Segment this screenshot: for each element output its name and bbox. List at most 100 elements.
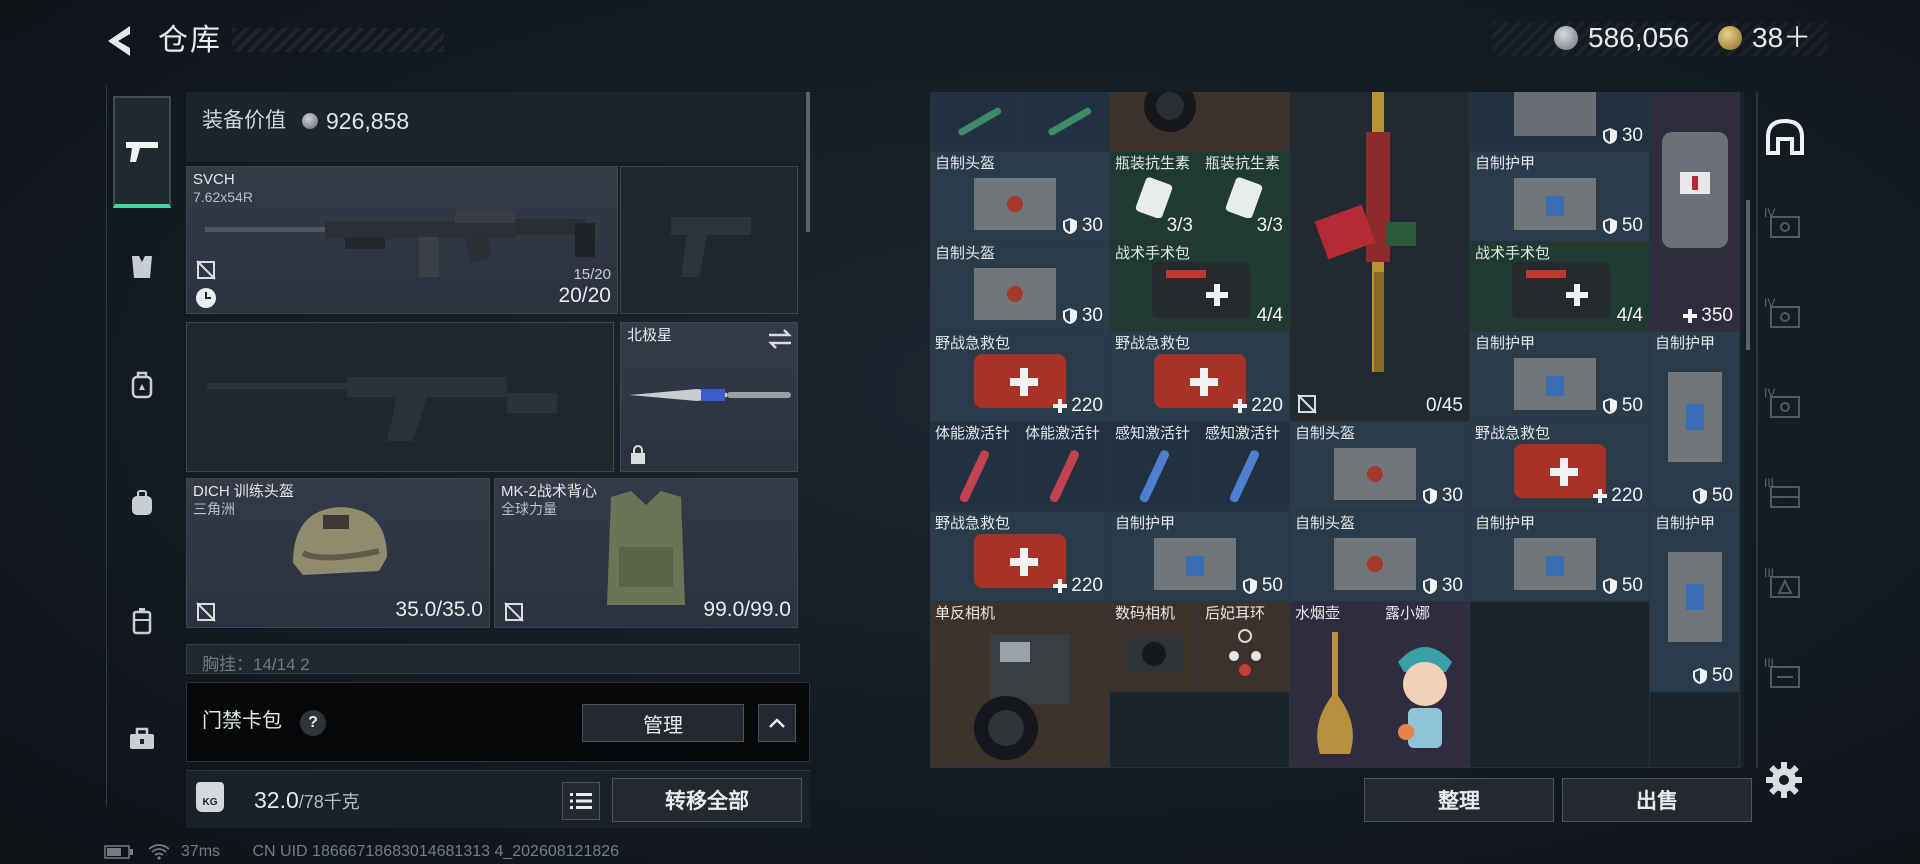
back-button[interactable] <box>100 20 142 62</box>
plus-icon <box>1233 399 1248 413</box>
tab-storage-level-3[interactable]: III <box>1760 562 1810 612</box>
manage-button[interactable]: 管理 <box>582 704 744 742</box>
page-title: 仓库 <box>158 24 222 57</box>
rucksack-icon <box>132 490 152 515</box>
empty-cell[interactable] <box>1470 602 1650 768</box>
dslr-camera-image <box>974 634 1070 760</box>
tab-backpacks[interactable] <box>113 474 171 532</box>
item-surgery-kit[interactable]: 战术手术包 4/4 <box>1470 242 1650 332</box>
melee-slot[interactable]: 北极星 <box>620 322 798 472</box>
item-armor[interactable]: 自制护甲 50 <box>1110 512 1290 602</box>
tab-containers[interactable] <box>113 592 171 650</box>
item-first-aid[interactable]: 野战急救包 220 <box>930 332 1110 422</box>
item-helmet[interactable]: 自制头盔 30 <box>1290 422 1470 512</box>
settings-button[interactable] <box>1764 760 1804 800</box>
item-armor-tall[interactable]: 自制护甲 50 <box>1650 512 1740 692</box>
item-armor-top[interactable]: 30 <box>1470 92 1650 152</box>
item-surgery-kit[interactable]: 战术手术包 4/4 <box>1110 242 1290 332</box>
tab-storage-level-3[interactable]: III <box>1760 472 1810 522</box>
item-stim[interactable]: 感知激活针 <box>1200 422 1290 512</box>
helmet-brand: 三角洲 <box>193 501 235 517</box>
warehouse-grid: 0/45 30 350 自制头盔 30 瓶装抗生素 3/3 瓶装抗生素 3/3 … <box>930 92 1744 768</box>
item-antibiotic[interactable]: 瓶装抗生素 3/3 <box>1110 152 1200 242</box>
help-button[interactable]: ? <box>300 710 326 736</box>
weight-icon: KG <box>196 782 224 812</box>
item-backpack[interactable]: 350 <box>1650 92 1740 332</box>
status-row: 37ms CN UID 18666718683014681313 4_20260… <box>104 842 619 862</box>
empty-cell[interactable] <box>1650 692 1740 768</box>
tab-helmets[interactable] <box>113 238 171 296</box>
equipment-scrollbar[interactable] <box>806 92 810 232</box>
grid-cell[interactable] <box>1020 92 1110 152</box>
item-stim[interactable]: 感知激活针 <box>1110 422 1200 512</box>
swap-icon[interactable] <box>767 327 793 351</box>
vest-slot[interactable]: MK-2战术背心 全球力量 99.0/99.0 <box>494 478 798 628</box>
silver-amount: 586,056 <box>1588 22 1690 53</box>
lock-icon <box>631 445 645 464</box>
item-doll[interactable]: 露小娜 <box>1380 602 1470 768</box>
item-stim[interactable]: 体能激活针 <box>1020 422 1110 512</box>
item-armor[interactable]: 自制护甲 50 <box>1470 512 1650 602</box>
silver-coin-icon <box>1554 26 1578 50</box>
ping-value: 37ms <box>180 843 221 860</box>
item-hookah[interactable]: 水烟壶 <box>1290 602 1380 768</box>
item-helmet[interactable]: 自制头盔 30 <box>930 152 1110 242</box>
pistol-slot[interactable] <box>620 166 798 314</box>
item-dslr-camera[interactable]: 单反相机 <box>930 602 1110 768</box>
armor-plate-image <box>1514 92 1596 136</box>
blue-injector-image <box>1139 450 1170 503</box>
tab-storage-level-3[interactable]: III <box>1760 652 1810 702</box>
plus-icon <box>1053 399 1068 413</box>
tab-storage-level-4[interactable]: IV <box>1760 292 1810 342</box>
tab-all-storage[interactable] <box>1760 112 1810 162</box>
tab-toolbox[interactable] <box>113 710 171 768</box>
gold-amount[interactable]: 38＋ <box>1752 20 1811 56</box>
item-earring[interactable]: 后妃耳环 <box>1200 602 1290 692</box>
secondary-weapon-slot[interactable] <box>186 322 614 472</box>
tab-storage-level-4[interactable]: IV <box>1760 202 1810 252</box>
item-armor[interactable]: 自制护甲 50 <box>1470 332 1650 422</box>
item-helmet[interactable]: 自制头盔 30 <box>930 242 1110 332</box>
syringe-image <box>1048 107 1092 136</box>
item-value: 3/3 <box>1166 215 1193 236</box>
surgery-kit-image <box>1512 262 1610 318</box>
silver-coin-icon <box>302 113 318 129</box>
sort-button[interactable]: 整理 <box>1364 778 1554 822</box>
knife-image <box>629 389 791 401</box>
item-first-aid[interactable]: 野战急救包 220 <box>1110 332 1290 422</box>
helmet-slot[interactable]: DICH 训练头盔 三角洲 35.0/35.0 <box>186 478 490 628</box>
collapse-button[interactable] <box>758 704 796 742</box>
item-helmet[interactable]: 自制头盔 30 <box>1290 512 1470 602</box>
item-value: 30 <box>1062 215 1103 237</box>
transfer-all-button[interactable]: 转移全部 <box>612 778 802 822</box>
primary-weapon-slot[interactable]: SVCH 7.62x54R 15/20 20/20 <box>186 166 618 314</box>
pistol-icon <box>126 142 158 162</box>
plus-icon <box>1053 579 1068 593</box>
item-armor-tall[interactable]: 自制护甲 50 <box>1650 332 1740 512</box>
empty-cell[interactable] <box>1110 692 1290 768</box>
keycard-label: 门禁卡包 <box>202 710 282 732</box>
item-digital-camera[interactable]: 数码相机 <box>1110 602 1200 692</box>
item-stim[interactable]: 体能激活针 <box>930 422 1020 512</box>
shield-icon <box>1692 668 1707 684</box>
blue-injector-image <box>1229 450 1260 503</box>
weapon-name: SVCH <box>193 171 235 188</box>
tab-storage-level-4[interactable]: IV <box>1760 382 1810 432</box>
backpack-icon <box>131 371 153 399</box>
homemade-armor-image <box>1668 552 1722 642</box>
item-first-aid[interactable]: 野战急救包 220 <box>930 512 1110 602</box>
item-antibiotic[interactable]: 瓶装抗生素 3/3 <box>1200 152 1290 242</box>
assault-rifle-image <box>1314 92 1416 372</box>
sell-button[interactable]: 出售 <box>1562 778 1752 822</box>
item-first-aid[interactable]: 野战急救包 220 <box>1470 422 1650 512</box>
grid-cell[interactable] <box>930 92 1020 152</box>
wifi-icon <box>148 843 171 860</box>
item-armor[interactable]: 自制护甲 50 <box>1470 152 1650 242</box>
homemade-armor-image <box>1514 358 1596 410</box>
item-rifle[interactable]: 0/45 <box>1290 92 1470 422</box>
red-injector-image <box>959 450 990 503</box>
list-view-button[interactable] <box>562 782 600 820</box>
grid-cell[interactable] <box>1110 92 1290 152</box>
tab-weapons[interactable] <box>113 96 171 208</box>
tab-armor[interactable] <box>113 356 171 414</box>
